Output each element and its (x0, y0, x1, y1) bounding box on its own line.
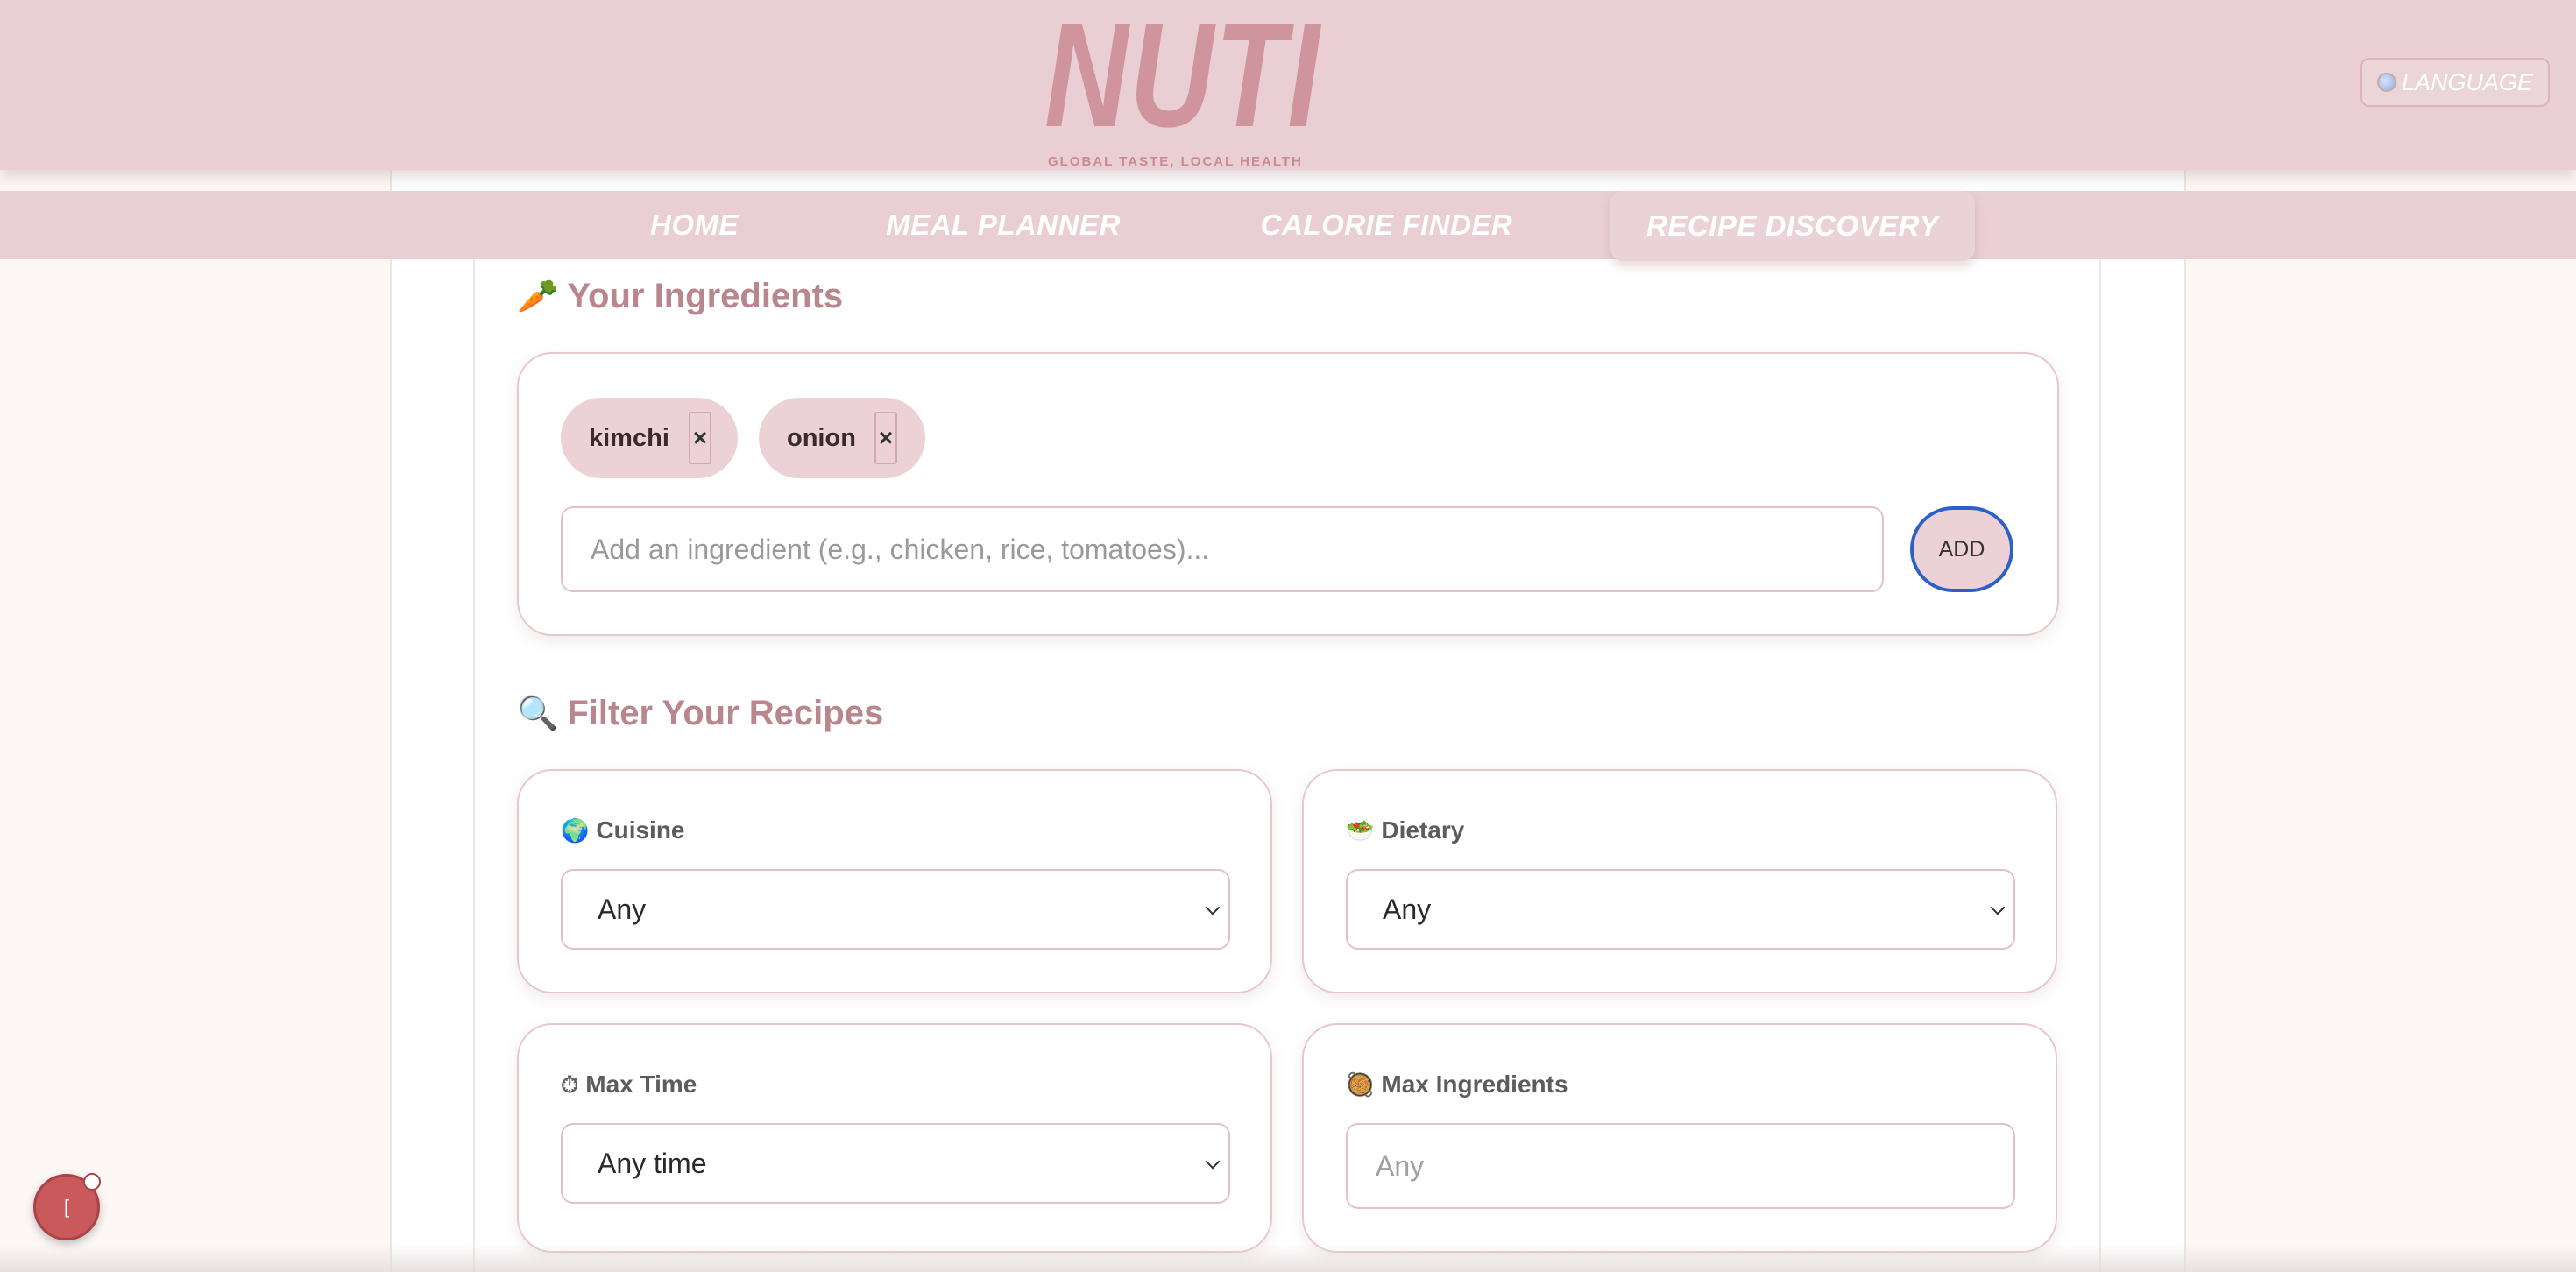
max-time-selected-value: Any time (598, 1147, 707, 1179)
salad-icon: 🥗 (1346, 817, 1375, 844)
cuisine-selected-value: Any (598, 893, 647, 925)
max-time-select[interactable]: Any time (561, 1123, 1230, 1204)
max-ingredients-filter-card: 🥘 Max Ingredients (1302, 1023, 2057, 1253)
bottom-edge-shadow (0, 1244, 2576, 1272)
carrot-icon: 🥕 (517, 278, 559, 315)
add-ingredient-button[interactable]: ADD (1910, 506, 2013, 592)
chevron-down-icon (1205, 1154, 1221, 1170)
globe-icon (2376, 73, 2396, 92)
max-ingredients-label-text: Max Ingredients (1381, 1071, 1568, 1098)
filters-title: Filter Your Recipes (567, 694, 884, 732)
nav-calorie-finder[interactable]: CALORIE FINDER (1261, 191, 1512, 259)
nav-home[interactable]: HOME (640, 191, 749, 259)
fab-label: [ (63, 1196, 70, 1218)
cuisine-label: 🌍 Cuisine (561, 816, 685, 844)
cuisine-select[interactable]: Any (561, 869, 1230, 950)
ingredients-title: Your Ingredients (567, 277, 844, 315)
logo[interactable]: NUTI GLOBAL TASTE, LOCAL HEALTH (1044, 0, 1351, 172)
language-button[interactable]: LANGUAGE (2360, 58, 2550, 107)
max-time-label-text: Max Time (585, 1071, 697, 1098)
dietary-filter-card: 🥗 Dietary Any (1302, 769, 2057, 993)
ingredient-input[interactable] (561, 506, 1884, 592)
logo-text: NUTI (1044, 0, 1321, 159)
nav-meal-planner[interactable]: MEAL PLANNER (885, 191, 1122, 259)
ingredients-box: kimchi × onion × ADD (517, 352, 2059, 636)
dietary-select[interactable]: Any (1346, 869, 2015, 950)
cuisine-label-text: Cuisine (596, 816, 685, 844)
chevron-down-icon (1205, 900, 1221, 915)
chevron-down-icon (1990, 900, 2006, 915)
max-ingredients-input[interactable] (1346, 1123, 2015, 1209)
magnifier-icon: 🔍 (517, 695, 559, 732)
site-header: NUTI GLOBAL TASTE, LOCAL HEALTH LANGUAGE (0, 0, 2576, 170)
ingredient-chip: kimchi × (561, 398, 738, 478)
dietary-label-text: Dietary (1381, 816, 1465, 844)
cuisine-filter-card: 🌍 Cuisine Any (517, 769, 1272, 993)
ingredients-heading: 🥕 Your Ingredients (517, 277, 843, 316)
ingredient-chip: onion × (759, 398, 925, 478)
stopwatch-icon: ⏱ (561, 1071, 579, 1098)
chip-label: onion (787, 423, 856, 452)
remove-chip-icon[interactable]: × (874, 412, 897, 464)
notification-dot-icon (83, 1173, 101, 1191)
nav-recipe-discovery[interactable]: RECIPE DISCOVERY (1610, 191, 1975, 261)
logo-tagline: GLOBAL TASTE, LOCAL HEALTH (1048, 154, 1303, 169)
language-label: LANGUAGE (2401, 68, 2534, 95)
dietary-selected-value: Any (1383, 893, 1432, 925)
max-time-label: ⏱ Max Time (561, 1071, 697, 1099)
globe-emoji-icon: 🌍 (561, 817, 590, 844)
chip-label: kimchi (589, 423, 669, 452)
main-nav: HOME MEAL PLANNER CALORIE FINDER RECIPE … (0, 191, 2576, 261)
max-ingredients-label: 🥘 Max Ingredients (1346, 1071, 1568, 1099)
filters-heading: 🔍 Filter Your Recipes (517, 694, 883, 733)
pot-icon: 🥘 (1346, 1071, 1375, 1098)
remove-chip-icon[interactable]: × (689, 412, 711, 464)
max-time-filter-card: ⏱ Max Time Any time (517, 1023, 1272, 1253)
dietary-label: 🥗 Dietary (1346, 816, 1464, 844)
floating-action-button[interactable]: [ (33, 1173, 101, 1240)
